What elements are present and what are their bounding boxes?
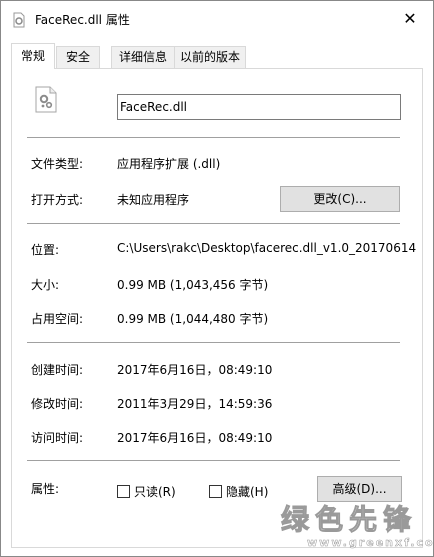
- site-watermark: 绿色先锋 www.greenxf.com: [280, 498, 434, 556]
- file-name-input[interactable]: FaceRec.dll: [117, 94, 401, 120]
- close-button[interactable]: ✕: [387, 1, 433, 35]
- close-icon: ✕: [403, 8, 417, 28]
- file-type-label: 文件类型:: [31, 157, 84, 171]
- checkbox-box[interactable]: [117, 485, 130, 498]
- created-label: 创建时间:: [31, 363, 84, 377]
- tab-security[interactable]: 安全: [56, 46, 100, 68]
- hidden-label: 隐藏(H): [226, 485, 269, 499]
- divider: [27, 342, 400, 343]
- watermark-url: www.greenxf.com: [307, 536, 434, 550]
- size-label: 大小:: [31, 278, 60, 292]
- tab-previous-versions[interactable]: 以前的版本: [174, 46, 246, 68]
- gear-file-icon: [35, 86, 57, 113]
- change-button[interactable]: 更改(C)...: [280, 186, 400, 212]
- accessed-label: 访问时间:: [31, 431, 84, 445]
- location-label: 位置:: [31, 243, 60, 257]
- location-value: C:\Users\rakc\Desktop\facerec.dll_v1.0_2…: [117, 241, 417, 255]
- checkbox-box[interactable]: [209, 485, 222, 498]
- attributes-label: 属性:: [31, 482, 60, 496]
- file-type-value: 应用程序扩展 (.dll): [117, 157, 221, 171]
- modified-label: 修改时间:: [31, 397, 84, 411]
- title-bar[interactable]: FaceRec.dll 属性 ✕: [1, 1, 433, 37]
- opens-with-label: 打开方式:: [31, 193, 84, 207]
- divider: [27, 223, 400, 224]
- tab-details[interactable]: 详细信息: [111, 46, 175, 68]
- hidden-checkbox[interactable]: 隐藏(H): [209, 483, 268, 500]
- opens-with-value: 未知应用程序: [117, 193, 190, 207]
- window-title: FaceRec.dll 属性: [35, 13, 130, 27]
- watermark-text: 绿色先锋: [280, 503, 418, 537]
- readonly-checkbox[interactable]: 只读(R): [117, 483, 176, 500]
- accessed-value: 2017年6月16日，08:49:10: [117, 431, 273, 445]
- divider: [27, 137, 400, 138]
- tab-general[interactable]: 常规: [11, 43, 55, 69]
- created-value: 2017年6月16日，08:49:10: [117, 363, 273, 377]
- disk-size-label: 占用空间:: [31, 312, 84, 326]
- disk-size-value: 0.99 MB (1,044,480 字节): [117, 312, 269, 326]
- divider: [27, 460, 400, 461]
- modified-value: 2011年3月29日，14:59:36: [117, 397, 273, 411]
- properties-window: FaceRec.dll 属性 ✕ 常规 安全 详细信息 以前的版本 FaceRe…: [0, 0, 434, 557]
- dll-file-icon: [13, 12, 25, 28]
- readonly-label: 只读(R): [134, 485, 176, 499]
- size-value: 0.99 MB (1,043,456 字节): [117, 278, 269, 292]
